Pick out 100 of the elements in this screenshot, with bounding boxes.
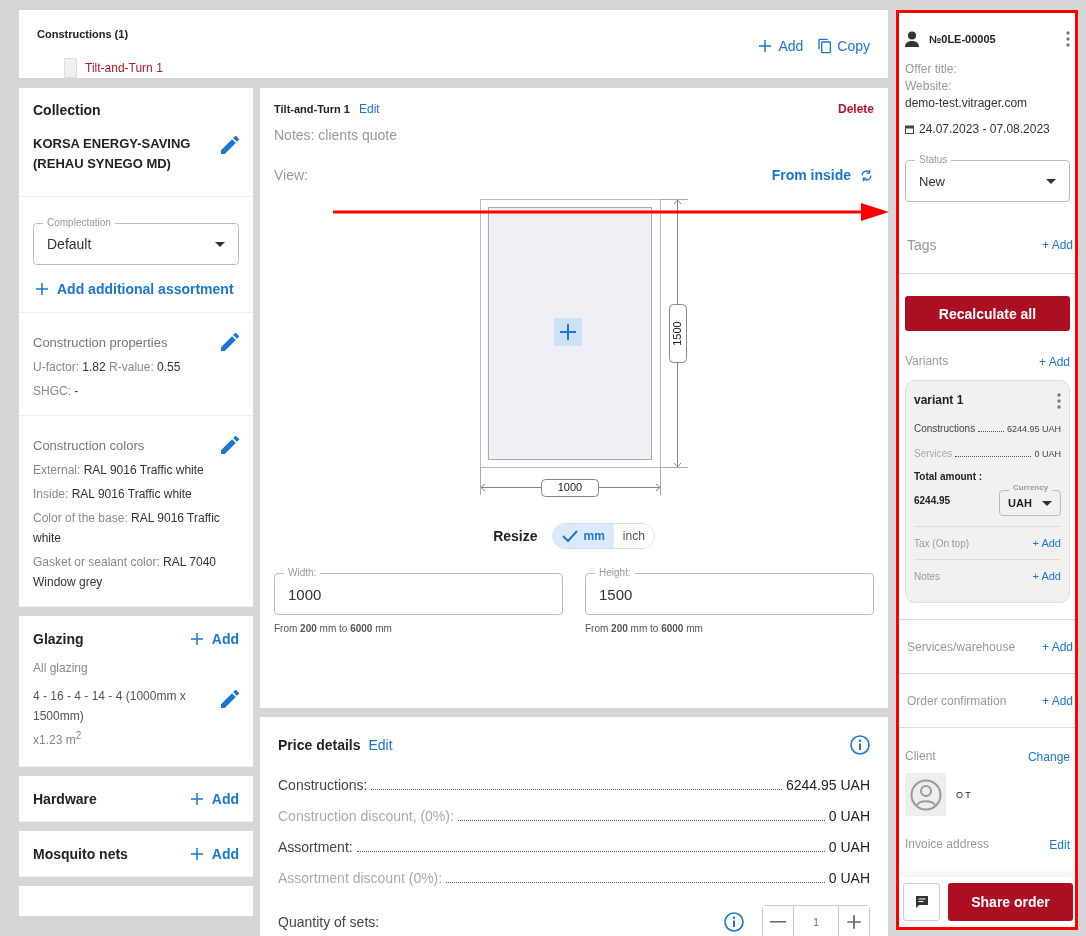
edit-link[interactable]: Edit [1049, 837, 1070, 852]
pencil-icon [221, 436, 239, 454]
variant-extra-label: Tax (On top) [914, 537, 970, 549]
website-label: Website: [905, 78, 953, 95]
leader-line [978, 431, 1004, 432]
view-label: View: [274, 167, 308, 183]
add-link[interactable]: + Add [1032, 537, 1061, 549]
pencil-icon [221, 690, 239, 708]
website-text: demo-test.vitrager.com [905, 96, 1029, 110]
property-line: SHGC: - [33, 383, 80, 400]
add-button[interactable]: Add [187, 630, 239, 648]
group-title: Construction colors [33, 437, 145, 453]
variants-label: Variants [905, 353, 949, 370]
group-title: Construction properties [33, 334, 168, 350]
property-line: U-factor: 1.82 R-value: 0.55 [33, 359, 182, 376]
constructions-title: Constructions (1) [37, 28, 130, 40]
width-label: 1000 [541, 479, 599, 497]
person-icon [905, 31, 919, 47]
glazing-item: 4 - 16 - 4 - 14 - 4 (1000mm x 1500mm) [33, 688, 187, 725]
plus-icon [844, 912, 864, 932]
change-link[interactable]: Change [1027, 749, 1070, 764]
client-label: Client [905, 748, 936, 765]
variant-row-label: Services [914, 448, 953, 459]
notes-text: Notes: clients quote [274, 127, 398, 143]
section-label: Services/warehouse [907, 639, 1016, 654]
copy-icon [817, 38, 834, 54]
caret-icon [1042, 500, 1052, 506]
range-hint: From 200 mm to 6000 mm [585, 623, 704, 634]
add-link[interactable]: + Add [1041, 693, 1073, 708]
add-link[interactable]: + Add [1032, 570, 1061, 582]
date-range: 24.07.2023 - 07.08.2023 [919, 122, 1050, 136]
info-icon [850, 735, 870, 755]
recalculate-button[interactable]: Recalculate all [905, 296, 1070, 331]
price-label: Construction discount, (0%): [278, 808, 454, 824]
property-line: External: RAL 9016 Traffic white [33, 462, 205, 479]
price-title: Price details [278, 737, 361, 753]
view-side-toggle[interactable]: From inside [771, 167, 874, 183]
height-label: 1500 [669, 304, 687, 363]
resize-label: Resize [493, 528, 538, 544]
property-line: Color of the base: RAL 9016 Traffic white [33, 510, 221, 547]
variant-row-label: Constructions [914, 423, 976, 434]
offer-title-label: Offer title: [905, 61, 958, 78]
refresh-icon [859, 167, 874, 183]
chat-button[interactable] [903, 883, 940, 921]
variant-row-value: 6244.95 UAH [1006, 424, 1061, 434]
collection-title: Collection [33, 102, 102, 118]
info-icon [724, 912, 744, 932]
edit-link[interactable]: Edit [368, 737, 393, 753]
edit-link[interactable]: Edit [359, 102, 380, 116]
construction-item[interactable]: Tilt-and-Turn 1 [64, 58, 163, 78]
property-line: Gasket or sealant color: RAL 7040 Window grey [33, 554, 217, 591]
add-button[interactable]: Add [756, 37, 804, 55]
share-button[interactable]: Share order [948, 883, 1073, 921]
glazing-area: x1.23 m$^{2}$ [33, 726, 239, 750]
plus-icon [33, 280, 51, 298]
tags-label: Tags [907, 236, 937, 253]
section-title: Glazing [33, 631, 84, 647]
add-link[interactable]: + Add [1041, 639, 1073, 654]
collection-name: KORSA ENERGY-SAVING (REHAU SYNEGO MD) [33, 135, 192, 173]
kebab-icon [1057, 393, 1061, 409]
price-label: Assortment: [278, 839, 353, 855]
section-label: Order confirmation [907, 693, 1007, 708]
add-button[interactable]: Add [187, 844, 239, 863]
pencil-icon [221, 333, 239, 351]
kebab-icon [1066, 31, 1070, 47]
section-title: Hardware [33, 790, 97, 807]
price-value: 0 UAH [828, 870, 870, 886]
price-value: 6244.95 UAH [785, 777, 870, 793]
construction-name: Tilt-and-Turn 1 [274, 103, 350, 115]
add-sash-button[interactable] [554, 318, 582, 346]
property-line: Inside: RAL 9016 Traffic white [33, 486, 193, 503]
add-link[interactable]: + Add [1038, 354, 1070, 369]
minus-icon [770, 921, 786, 923]
client-name: O T [956, 789, 971, 800]
window-icon [64, 58, 77, 78]
unit-toggle[interactable]: mm [552, 524, 614, 548]
caret-icon [1046, 178, 1056, 184]
variant-name: variant 1 [914, 393, 964, 407]
glazing-subtitle: All glazing [33, 660, 89, 677]
caret-icon [215, 241, 225, 247]
order-number: №0LE-00005 [929, 33, 997, 45]
price-label: Constructions: [278, 777, 368, 793]
add-link[interactable]: + Add [1041, 237, 1073, 252]
check-icon [561, 530, 578, 542]
add-assortment-link[interactable]: Add additional assortment [33, 280, 234, 298]
variant-extra-label: Notes [914, 570, 941, 582]
delete-button[interactable]: Delete [837, 102, 874, 116]
pencil-icon [221, 136, 239, 154]
range-hint: From 200 mm to 6000 mm [274, 623, 393, 634]
calendar-icon [905, 124, 914, 134]
add-button[interactable]: Add [187, 789, 239, 808]
price-value: 0 UAH [828, 808, 870, 824]
invoice-label: Invoice address [905, 836, 990, 853]
variant-row-value: 0 UAH [1034, 449, 1061, 459]
copy-button[interactable]: Copy [817, 38, 870, 54]
price-value: 0 UAH [828, 839, 870, 855]
price-label: Assortment discount (0%): [278, 870, 443, 886]
chat-icon [914, 895, 929, 909]
total-label: Total amount : [914, 471, 984, 482]
quantity-stepper[interactable]: 1 [762, 905, 870, 936]
